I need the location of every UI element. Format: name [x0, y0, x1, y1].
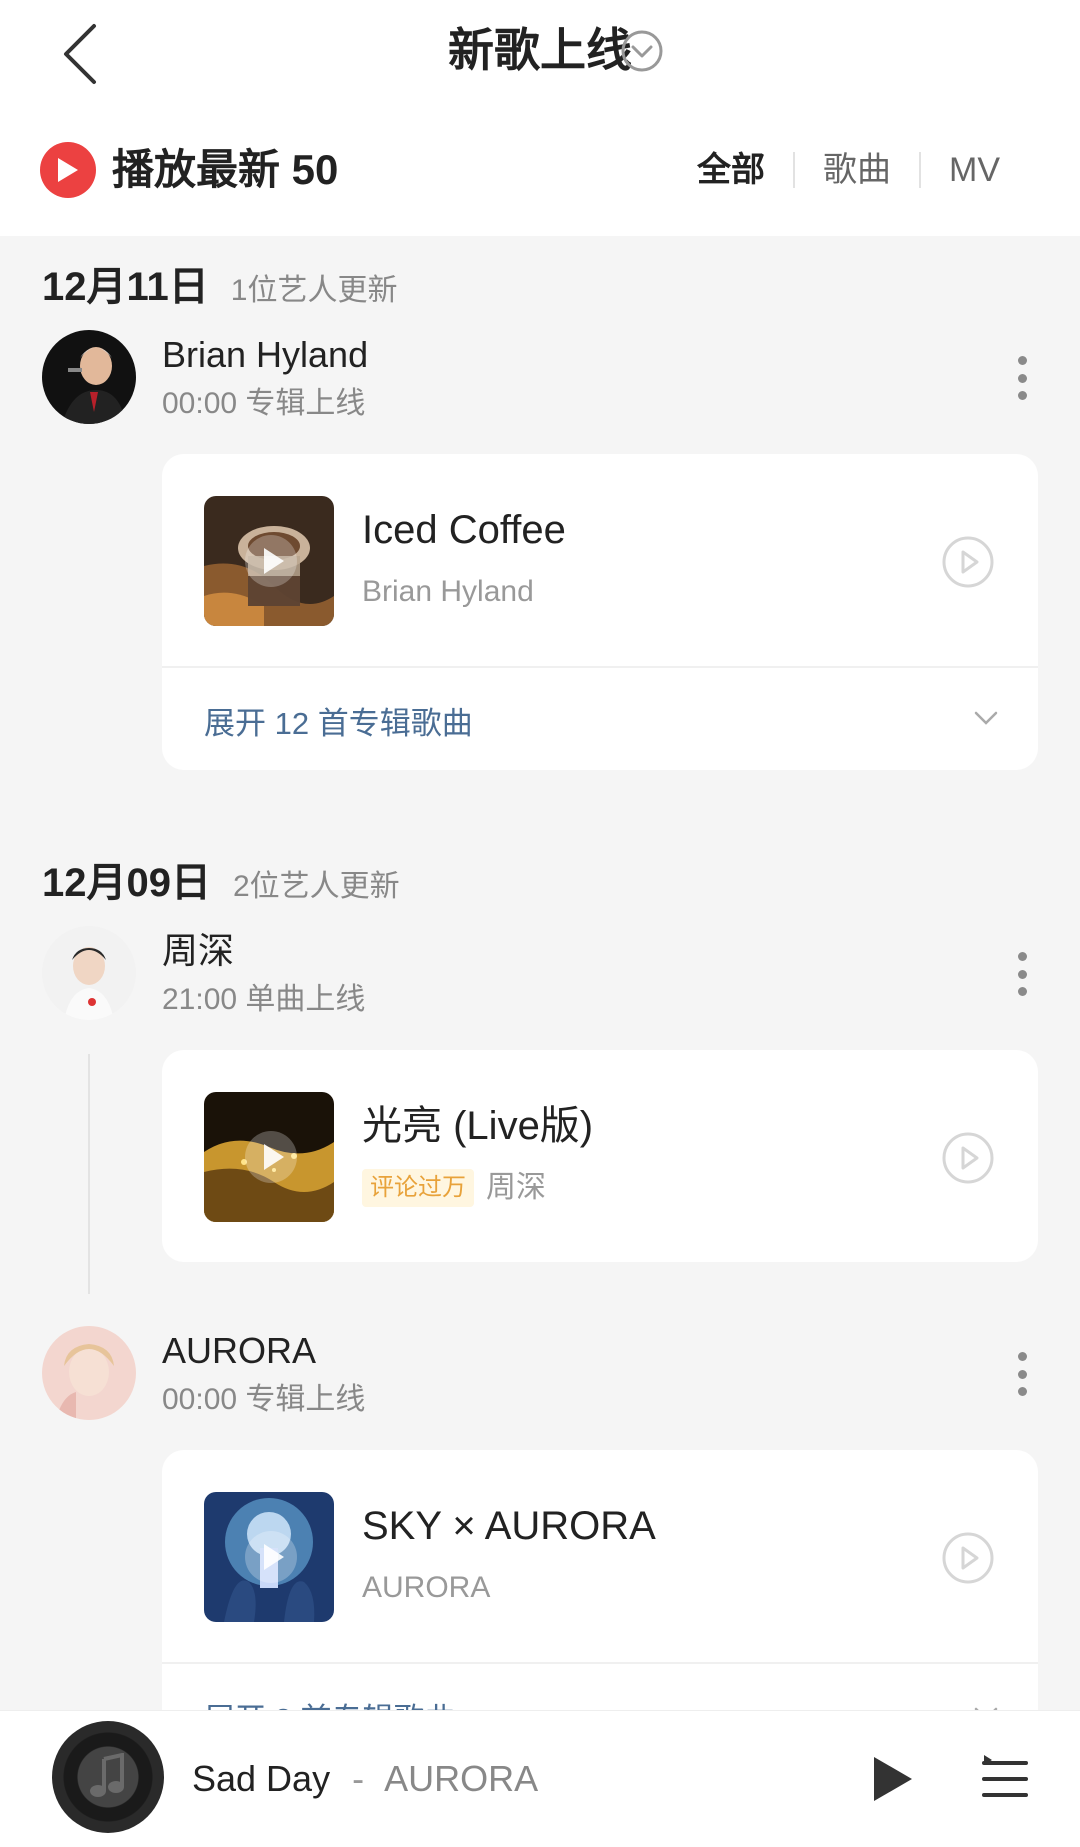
- song-title: SKY × AURORA: [362, 1504, 656, 1548]
- more-options-button[interactable]: [1002, 948, 1042, 1000]
- play-latest-label: 播放最新 50: [112, 146, 339, 193]
- filter-tabs: 全部 歌曲 MV: [669, 146, 1028, 194]
- expand-label: 展开 12 首专辑歌曲: [204, 706, 473, 741]
- artist-row[interactable]: 周深 21:00 单曲上线: [42, 926, 1042, 1022]
- avatar[interactable]: [42, 1326, 136, 1420]
- song-artist: 周深: [486, 1171, 546, 1204]
- song-subtitle: Brian Hyland: [362, 572, 534, 612]
- song-artist: AURORA: [362, 1571, 491, 1604]
- release-feed[interactable]: 12月11日 1位艺人更新 Brian Hyland 00:00 专辑上线 Ic…: [0, 236, 1080, 1710]
- now-playing-disc[interactable]: [52, 1721, 164, 1833]
- expand-album-button[interactable]: 展开 12 首专辑歌曲: [162, 666, 1038, 770]
- song-title: 光亮 (Live版): [362, 1104, 594, 1148]
- song-item[interactable]: 光亮 (Live版) 评论过万 周深: [162, 1050, 1038, 1262]
- play-overlay-icon: [245, 1531, 297, 1583]
- artist-name[interactable]: AURORA: [162, 1328, 316, 1374]
- play-icon[interactable]: [866, 1753, 918, 1805]
- artist-row[interactable]: AURORA 00:00 专辑上线: [42, 1326, 1042, 1422]
- song-subtitle: 评论过万 周深: [362, 1168, 546, 1208]
- artist-name[interactable]: 周深: [162, 928, 234, 974]
- release-time: 00:00 专辑上线: [162, 387, 366, 420]
- update-count: 1位艺人更新: [230, 274, 398, 307]
- playlist-icon[interactable]: [980, 1755, 1030, 1803]
- album-cover[interactable]: [204, 1492, 334, 1622]
- popular-badge: 评论过万: [362, 1169, 474, 1207]
- artist-row[interactable]: Brian Hyland 00:00 专辑上线: [42, 330, 1042, 426]
- album-card: SKY × AURORA AURORA 展开 8 首专辑歌曲: [162, 1450, 1038, 1710]
- release-time: 21:00 单曲上线: [162, 983, 366, 1016]
- now-playing-separator: -: [352, 1758, 365, 1799]
- song-item[interactable]: SKY × AURORA AURORA: [162, 1450, 1038, 1662]
- play-icon: [40, 142, 96, 198]
- update-count: 2位艺人更新: [232, 870, 400, 903]
- tab-all[interactable]: 全部: [669, 146, 793, 194]
- album-cover[interactable]: [204, 1092, 334, 1222]
- avatar[interactable]: [42, 926, 136, 1020]
- now-playing-song: Sad Day: [192, 1758, 331, 1799]
- expand-album-button[interactable]: 展开 8 首专辑歌曲: [162, 1662, 1038, 1710]
- timeline-line: [88, 1054, 90, 1294]
- play-circle-icon[interactable]: [940, 534, 996, 590]
- more-options-button[interactable]: [1002, 1348, 1042, 1400]
- single-card: 光亮 (Live版) 评论过万 周深: [162, 1050, 1038, 1262]
- date-header: 12月11日 1位艺人更新: [42, 254, 397, 312]
- now-playing-info[interactable]: Sad Day - AURORA: [192, 1755, 538, 1803]
- song-item[interactable]: Iced Coffee Brian Hyland: [162, 454, 1038, 666]
- album-card: Iced Coffee Brian Hyland 展开 12 首专辑歌曲: [162, 454, 1038, 770]
- play-overlay-icon: [245, 535, 297, 587]
- tab-songs[interactable]: 歌曲: [795, 146, 919, 194]
- album-cover[interactable]: [204, 496, 334, 626]
- artist-name[interactable]: Brian Hyland: [162, 332, 368, 378]
- date-label: 12月11日: [42, 265, 209, 309]
- chevron-down-icon: [974, 1707, 998, 1710]
- release-time: 00:00 专辑上线: [162, 1383, 366, 1416]
- page-title[interactable]: 新歌上线: [0, 18, 1080, 82]
- chevron-down-icon: [974, 711, 998, 725]
- mini-player[interactable]: Sad Day - AURORA: [0, 1710, 1080, 1847]
- song-artist: Brian Hyland: [362, 575, 534, 608]
- play-latest-button[interactable]: 播放最新 50: [40, 142, 338, 198]
- date-label: 12月09日: [42, 861, 211, 905]
- music-note-icon: [90, 1753, 124, 1797]
- tab-mv[interactable]: MV: [921, 146, 1028, 194]
- song-title: Iced Coffee: [362, 508, 566, 552]
- expand-label: 展开 8 首专辑歌曲: [204, 1694, 455, 1710]
- now-playing-artist: AURORA: [384, 1758, 539, 1799]
- avatar[interactable]: [42, 330, 136, 424]
- chevron-down-icon[interactable]: [620, 29, 664, 73]
- more-options-button[interactable]: [1002, 352, 1042, 404]
- date-header: 12月09日 2位艺人更新: [42, 850, 400, 908]
- play-overlay-icon: [245, 1131, 297, 1183]
- play-circle-icon[interactable]: [940, 1530, 996, 1586]
- song-subtitle: AURORA: [362, 1568, 490, 1608]
- play-circle-icon[interactable]: [940, 1130, 996, 1186]
- header: 新歌上线 播放最新 50 全部 歌曲 MV: [0, 0, 1080, 236]
